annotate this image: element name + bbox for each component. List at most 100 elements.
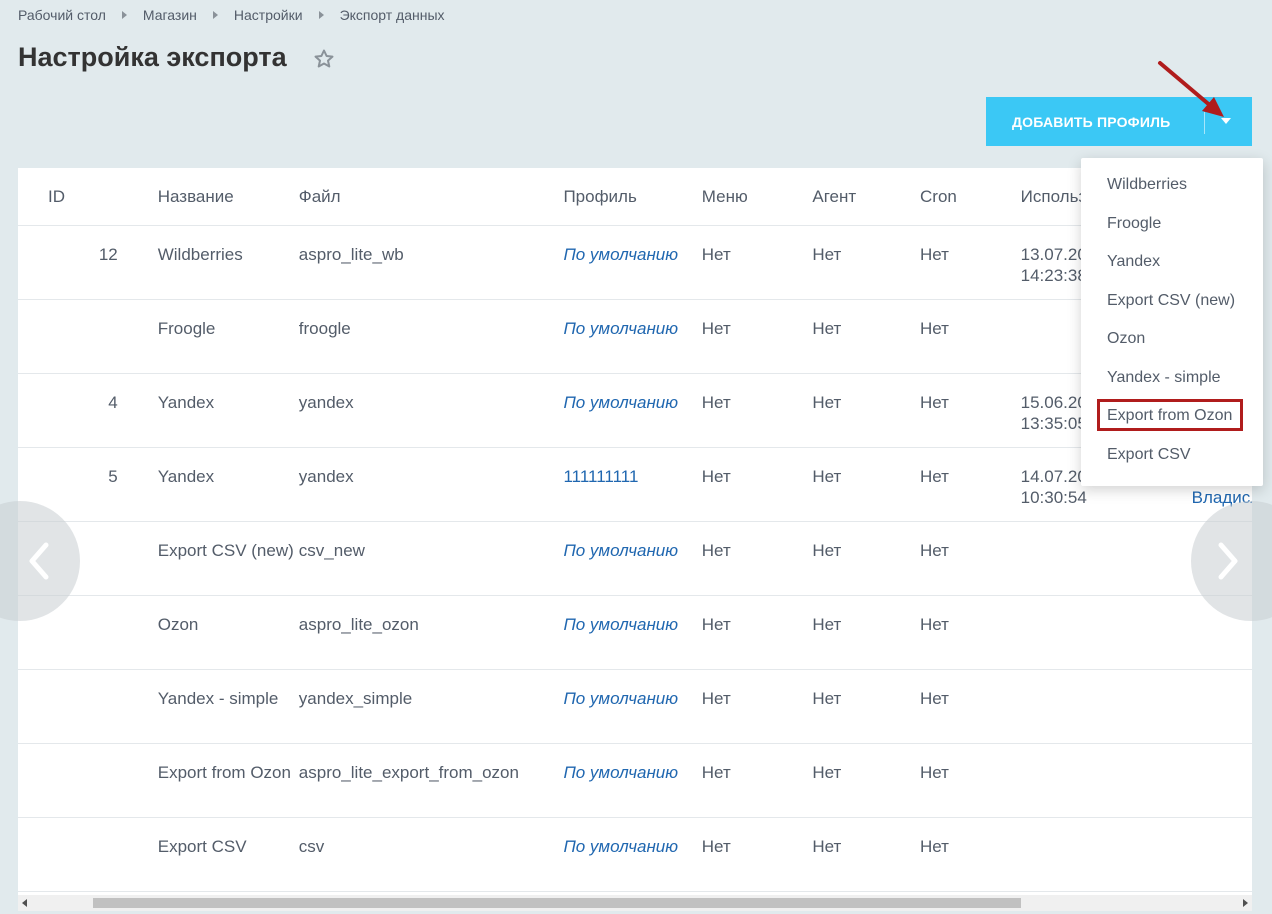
cell-cron: Нет [920, 689, 949, 708]
cell-name: Export CSV (new) [157, 541, 294, 560]
breadcrumb-item-shop[interactable]: Магазин [143, 7, 197, 23]
cell-cron: Нет [920, 319, 949, 338]
cell-id [18, 818, 158, 836]
scroll-right-arrow-icon[interactable] [1243, 899, 1248, 907]
cell-profile-link[interactable]: 111111111 [563, 448, 701, 487]
column-header-name[interactable]: Название [157, 168, 299, 226]
table-row[interactable]: Export from Ozon aspro_lite_export_from_… [18, 743, 1252, 818]
cell-id: 12 [98, 245, 118, 264]
breadcrumb-separator-icon [318, 11, 324, 19]
cell-menu: Нет [701, 615, 731, 634]
breadcrumb: Рабочий стол Магазин Настройки Экспорт д… [18, 7, 445, 23]
cell-cron: Нет [920, 615, 949, 634]
cell-name: Yandex [157, 467, 215, 486]
cell-cron: Нет [920, 541, 949, 560]
cell-name: Export CSV [157, 837, 247, 856]
annotation-arrow-icon [1158, 61, 1224, 117]
cell-file: csv_new [298, 541, 365, 560]
cell-profile-link[interactable]: По умолчанию [563, 522, 701, 561]
horizontal-scrollbar[interactable] [18, 895, 1252, 911]
cell-cron: Нет [920, 393, 949, 412]
table-row[interactable]: Export CSV (new) csv_new По умолчанию Не… [18, 521, 1252, 596]
table-row[interactable]: 5 Yandex yandex 111111111 Нет Нет Нет 14… [18, 447, 1252, 522]
table-header-row: ID Название Файл Профиль Меню Агент Cron… [18, 168, 1252, 226]
cell-profile-link[interactable]: По умолчанию [563, 300, 701, 339]
cell-id: 4 [108, 393, 118, 412]
cell-used [1021, 818, 1252, 836]
cell-agent: Нет [812, 615, 842, 634]
cell-file: yandex [298, 467, 354, 486]
breadcrumb-item-settings[interactable]: Настройки [234, 7, 303, 23]
table-row[interactable]: Ozon aspro_lite_ozon По умолчанию Нет Не… [18, 595, 1252, 670]
cell-agent: Нет [812, 245, 842, 264]
export-profiles-table: ID Название Файл Профиль Меню Агент Cron… [18, 168, 1252, 896]
cell-name: Yandex - simple [157, 689, 279, 708]
table-row[interactable]: Froogle froogle По умолчанию Нет Нет Нет [18, 299, 1252, 374]
cell-profile-link[interactable]: По умолчанию [563, 226, 701, 265]
column-header-id[interactable]: ID [18, 168, 158, 226]
cell-id [18, 744, 158, 762]
add-profile-label: ДОБАВИТЬ ПРОФИЛЬ [1012, 114, 1171, 130]
cell-agent: Нет [812, 541, 842, 560]
menu-item-export-from-ozon[interactable]: Export from Ozon [1107, 407, 1232, 425]
cell-name: Export from Ozon [157, 763, 291, 782]
cell-menu: Нет [701, 467, 731, 486]
cell-cron: Нет [920, 467, 949, 486]
menu-item-froogle[interactable]: Froogle [1107, 215, 1161, 233]
breadcrumb-item-export[interactable]: Экспорт данных [340, 7, 445, 23]
star-icon[interactable] [312, 47, 336, 71]
cell-menu: Нет [701, 763, 731, 782]
menu-item-yandex[interactable]: Yandex [1107, 253, 1160, 271]
cell-file: csv [298, 837, 325, 856]
column-header-agent[interactable]: Агент [812, 168, 920, 226]
cell-name: Ozon [157, 615, 199, 634]
table-row[interactable]: Yandex - simple yandex_simple По умолчан… [18, 669, 1252, 744]
cell-menu: Нет [701, 837, 731, 856]
chevron-left-icon [29, 542, 49, 580]
cell-agent: Нет [812, 393, 842, 412]
cell-cron: Нет [920, 763, 949, 782]
column-header-menu[interactable]: Меню [701, 168, 813, 226]
cell-name: Froogle [157, 319, 216, 338]
menu-item-ozon[interactable]: Ozon [1107, 330, 1145, 348]
cell-cron: Нет [920, 245, 949, 264]
cell-agent: Нет [812, 689, 842, 708]
page-title: Настройка экспорта [18, 42, 287, 72]
cell-id: 5 [108, 467, 118, 486]
cell-name: Yandex [157, 393, 215, 412]
table-row[interactable]: Export CSV csv По умолчанию Нет Нет Нет [18, 817, 1252, 892]
menu-item-wildberries[interactable]: Wildberries [1107, 176, 1187, 194]
cell-menu: Нет [701, 245, 731, 264]
cell-id [18, 670, 158, 688]
cell-agent: Нет [812, 837, 842, 856]
cell-file: froogle [298, 319, 351, 338]
menu-item-export-csv-new[interactable]: Export CSV (new) [1107, 292, 1235, 310]
column-header-profile[interactable]: Профиль [563, 168, 702, 226]
cell-name: Wildberries [157, 245, 243, 264]
add-profile-dropdown: Wildberries Froogle Yandex Export CSV (n… [1081, 158, 1263, 486]
table-row[interactable]: 12 Wildberries aspro_lite_wb По умолчани… [18, 225, 1252, 300]
cell-profile-link[interactable]: По умолчанию [563, 818, 701, 857]
breadcrumb-separator-icon [121, 11, 127, 19]
cell-menu: Нет [701, 541, 731, 560]
table-row[interactable]: 4 Yandex yandex По умолчанию Нет Нет Нет… [18, 373, 1252, 448]
column-header-cron[interactable]: Cron [920, 168, 1021, 226]
scroll-left-arrow-icon[interactable] [22, 899, 27, 907]
cell-profile-link[interactable]: По умолчанию [563, 744, 701, 783]
cell-agent: Нет [812, 763, 842, 782]
cell-profile-link[interactable]: По умолчанию [563, 596, 701, 635]
cell-file: yandex [298, 393, 354, 412]
cell-agent: Нет [812, 467, 842, 486]
menu-item-export-csv[interactable]: Export CSV [1107, 446, 1191, 464]
cell-used [1021, 670, 1252, 688]
cell-profile-link[interactable]: По умолчанию [563, 670, 701, 709]
cell-menu: Нет [701, 319, 731, 338]
scrollbar-thumb[interactable] [93, 898, 1021, 908]
cell-file: aspro_lite_ozon [298, 615, 419, 634]
cell-profile-link[interactable]: По умолчанию [563, 374, 701, 413]
column-header-file[interactable]: Файл [298, 168, 564, 226]
menu-item-yandex-simple[interactable]: Yandex - simple [1107, 369, 1221, 387]
cell-menu: Нет [701, 689, 731, 708]
cell-file: aspro_lite_wb [298, 245, 404, 264]
breadcrumb-item-desktop[interactable]: Рабочий стол [18, 7, 106, 23]
